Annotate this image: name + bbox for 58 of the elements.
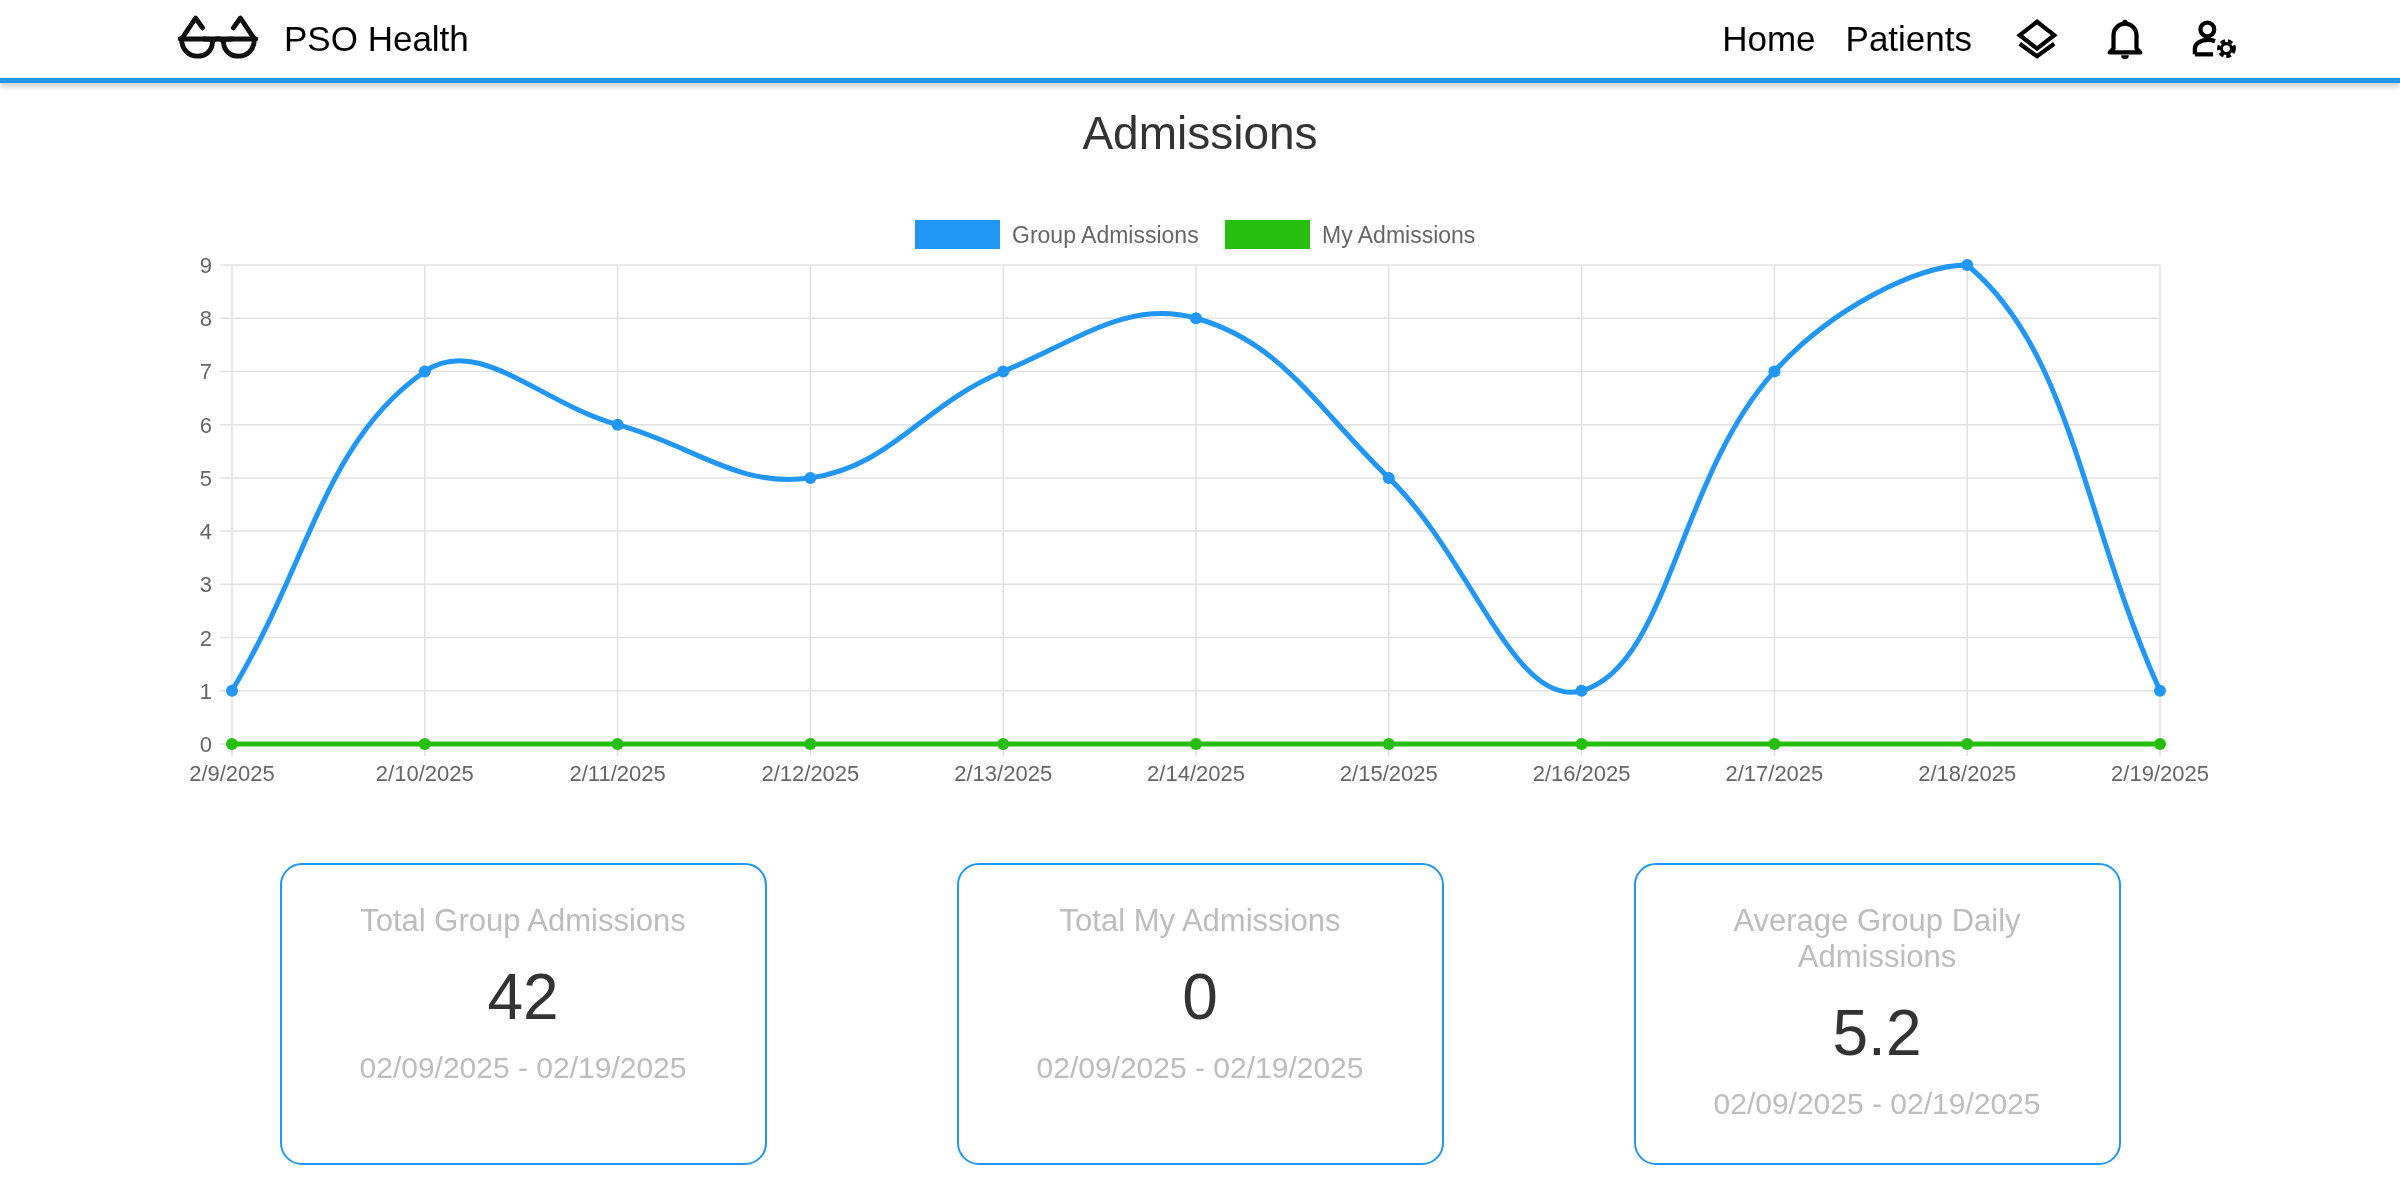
data-point — [1575, 684, 1588, 697]
y-axis-label: 0 — [199, 732, 212, 757]
y-axis-label: 5 — [199, 465, 212, 491]
data-point — [1190, 312, 1202, 325]
data-point — [418, 738, 431, 750]
card-title: Average Group Daily Admissions — [1732, 903, 2022, 975]
y-axis-label: 4 — [199, 519, 212, 545]
x-axis-label: 2/13/2025 — [954, 761, 1053, 786]
nav-link[interactable]: Patients — [1845, 19, 1972, 59]
x-axis-label: 2/15/2025 — [1339, 761, 1438, 786]
x-axis-label: 2/17/2025 — [1725, 761, 1824, 786]
data-point — [997, 365, 1010, 378]
y-axis-label: 2 — [199, 625, 212, 651]
date-range: 02/09/2025 - 02/19/2025 — [1713, 1087, 2041, 1121]
date-range: 02/09/2025 - 02/19/2025 — [359, 1051, 687, 1085]
data-point — [804, 471, 817, 484]
data-point — [1382, 471, 1395, 484]
legend-label: Group Admissions — [1012, 222, 1199, 248]
data-point — [1961, 738, 1974, 750]
x-axis-label: 2/16/2025 — [1532, 761, 1631, 786]
data-point — [226, 684, 238, 697]
y-axis-label: 7 — [199, 359, 212, 385]
y-axis-label: 3 — [199, 572, 212, 598]
y-axis-label: 6 — [199, 412, 212, 438]
date-range: 02/09/2025 - 02/19/2025 — [1036, 1051, 1364, 1085]
data-point — [2154, 684, 2166, 697]
x-axis-label: 2/9/2025 — [189, 761, 275, 786]
data-point — [226, 738, 238, 750]
page-title: Admissions — [1081, 106, 1319, 161]
data-point — [1961, 259, 1974, 271]
y-axis-label: 9 — [199, 253, 212, 278]
data-point — [997, 738, 1010, 750]
brand-name: PSO Health — [284, 19, 469, 59]
y-axis-label: 8 — [199, 306, 212, 332]
data-point — [611, 738, 624, 750]
x-axis-label: 2/18/2025 — [1918, 761, 2017, 786]
data-point — [1768, 365, 1781, 378]
x-axis-label: 2/11/2025 — [569, 761, 666, 786]
data-point — [2154, 738, 2166, 750]
data-point — [804, 738, 817, 750]
data-point — [1768, 738, 1781, 750]
nav-link[interactable]: Home — [1722, 19, 1816, 59]
card-title: Total Group Admissions — [360, 903, 686, 939]
x-axis-label: 2/14/2025 — [1147, 761, 1245, 786]
data-point — [1190, 738, 1202, 750]
card-value: 5.2 — [1832, 997, 1922, 1069]
x-axis-label: 2/10/2025 — [375, 761, 474, 786]
card-value: 42 — [487, 961, 559, 1033]
data-point — [1382, 738, 1395, 750]
data-point — [1575, 738, 1588, 750]
data-point — [418, 365, 431, 378]
x-axis-label: 2/19/2025 — [2111, 761, 2209, 786]
y-axis-label: 1 — [199, 678, 212, 704]
legend-label: My Admissions — [1322, 222, 1476, 248]
card-value: 0 — [1182, 961, 1218, 1033]
data-point — [611, 418, 624, 431]
card-title: Total My Admissions — [1059, 903, 1341, 939]
x-axis-label: 2/12/2025 — [761, 761, 860, 786]
